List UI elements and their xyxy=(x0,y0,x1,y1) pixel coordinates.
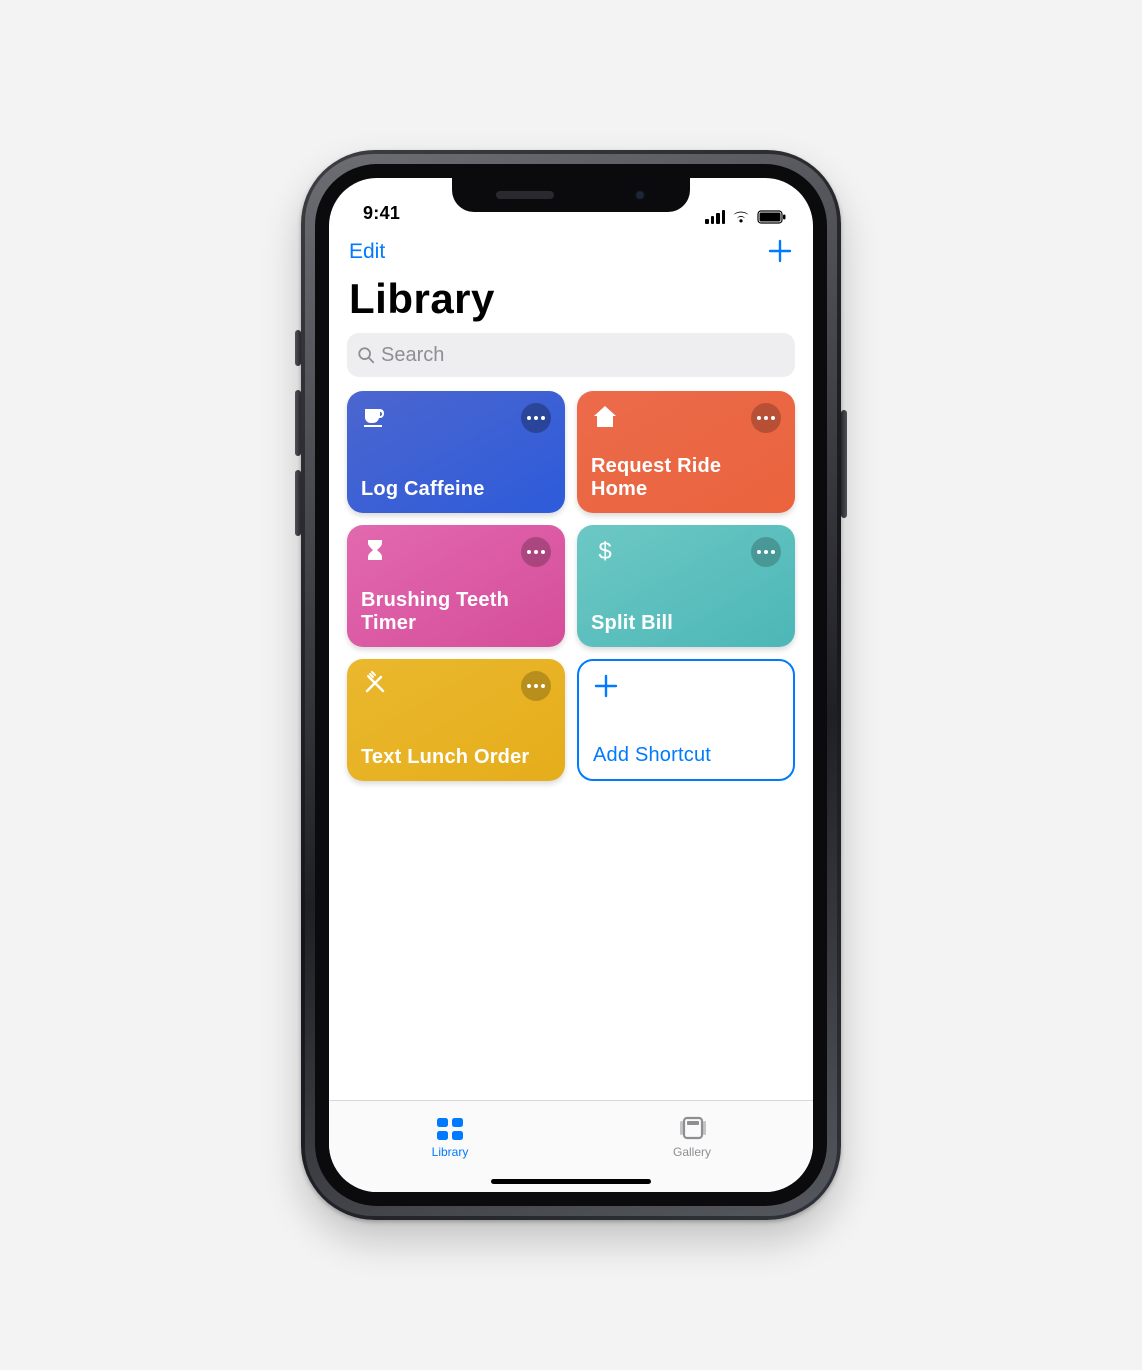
shortcuts-grid: Log Caffeine Request Ride Home xyxy=(329,391,813,1100)
front-camera xyxy=(634,189,646,201)
tile-more-button[interactable] xyxy=(521,671,551,701)
tile-label: Add Shortcut xyxy=(593,744,779,767)
tile-label: Split Bill xyxy=(591,612,781,635)
dollar-icon: $ xyxy=(591,537,619,565)
search-placeholder: Search xyxy=(381,344,444,367)
phone-frame: 9:41 Edit Library xyxy=(301,150,841,1220)
tile-more-button[interactable] xyxy=(521,537,551,567)
ellipsis-icon xyxy=(527,416,545,420)
shortcut-log-caffeine[interactable]: Log Caffeine xyxy=(347,391,565,513)
tile-more-button[interactable] xyxy=(751,537,781,567)
battery-icon xyxy=(757,210,787,224)
gallery-cards-icon xyxy=(677,1116,707,1142)
wifi-icon xyxy=(731,210,751,224)
screen: 9:41 Edit Library xyxy=(329,178,813,1192)
home-icon xyxy=(591,403,619,431)
tile-label: Text Lunch Order xyxy=(361,746,551,769)
status-time: 9:41 xyxy=(363,203,400,224)
cellular-signal-icon xyxy=(705,210,725,224)
navigation-bar: Edit xyxy=(329,228,813,273)
tab-label: Library xyxy=(432,1145,469,1159)
volume-up-button xyxy=(295,390,301,456)
shortcut-text-lunch-order[interactable]: Text Lunch Order xyxy=(347,659,565,781)
tile-label: Request Ride Home xyxy=(591,455,781,501)
add-button[interactable] xyxy=(767,238,793,265)
cup-icon xyxy=(361,403,389,431)
tab-library[interactable]: Library xyxy=(329,1101,571,1174)
tile-label: Log Caffeine xyxy=(361,478,551,501)
earpiece-speaker xyxy=(496,191,554,199)
search-input[interactable]: Search xyxy=(347,333,795,377)
plus-icon xyxy=(767,238,793,264)
tile-label: Brushing Teeth Timer xyxy=(361,589,551,635)
tab-label: Gallery xyxy=(673,1145,711,1159)
tab-gallery[interactable]: Gallery xyxy=(571,1101,813,1174)
svg-text:$: $ xyxy=(598,538,611,565)
add-shortcut-tile[interactable]: Add Shortcut xyxy=(577,659,795,781)
notch xyxy=(452,178,690,212)
shortcut-brushing-teeth-timer[interactable]: Brushing Teeth Timer xyxy=(347,525,565,647)
home-indicator[interactable] xyxy=(491,1179,651,1184)
hourglass-icon xyxy=(361,537,389,565)
ellipsis-icon xyxy=(757,416,775,420)
shortcut-request-ride-home[interactable]: Request Ride Home xyxy=(577,391,795,513)
page-title: Library xyxy=(329,273,813,333)
mute-switch xyxy=(295,330,301,366)
volume-down-button xyxy=(295,470,301,536)
shortcut-split-bill[interactable]: $ Split Bill xyxy=(577,525,795,647)
ellipsis-icon xyxy=(527,550,545,554)
search-icon xyxy=(357,346,375,364)
utensils-icon xyxy=(361,671,389,699)
ellipsis-icon xyxy=(757,550,775,554)
tile-more-button[interactable] xyxy=(751,403,781,433)
side-button xyxy=(841,410,847,518)
edit-button[interactable]: Edit xyxy=(349,240,385,264)
plus-icon xyxy=(593,673,619,702)
tile-more-button[interactable] xyxy=(521,403,551,433)
ellipsis-icon xyxy=(527,684,545,688)
library-grid-icon xyxy=(435,1116,465,1142)
